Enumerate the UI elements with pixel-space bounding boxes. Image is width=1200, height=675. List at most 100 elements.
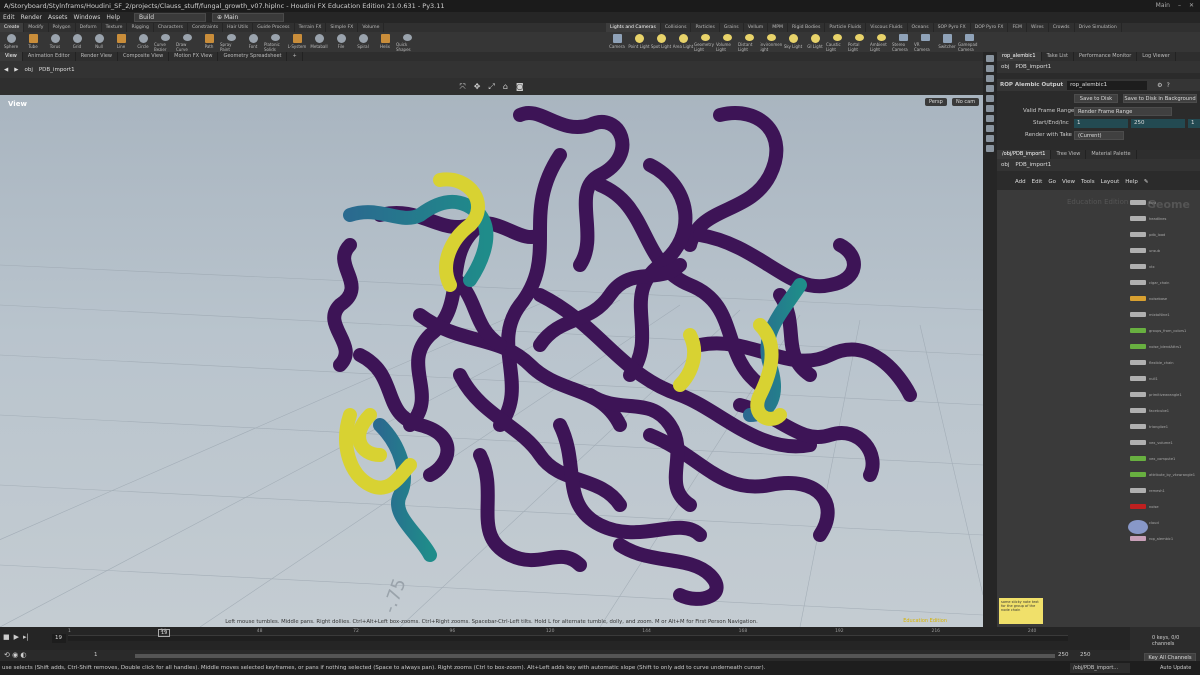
shelf-tab[interactable]: Constraints <box>188 23 224 32</box>
end-field[interactable]: 250 <box>1131 119 1185 128</box>
path-obj[interactable]: obj <box>24 67 32 73</box>
shelf-tool[interactable]: Geometry Light <box>694 32 716 52</box>
shelf-tool[interactable]: Ambient Light <box>870 32 892 52</box>
net-menu-go[interactable]: Go <box>1048 179 1056 185</box>
persp-button[interactable]: Persp <box>925 98 947 106</box>
snapshot-icon[interactable]: ◙ <box>516 82 524 91</box>
shelf-tool[interactable]: Line <box>110 32 132 52</box>
shelf-tool[interactable]: Torus <box>44 32 66 52</box>
shelf-tab[interactable]: Deform <box>76 23 102 32</box>
back-icon[interactable]: ◀ <box>4 67 8 73</box>
camera-button[interactable]: No cam <box>952 98 980 106</box>
shelf-tab[interactable]: DOP Pyro FX <box>971 23 1009 32</box>
tool-icon[interactable] <box>986 95 994 102</box>
shelf-tab[interactable]: MPM <box>768 23 788 32</box>
shelf-tab[interactable]: Crowds <box>1049 23 1075 32</box>
tool-icon[interactable] <box>986 125 994 132</box>
add-tab-icon[interactable]: + <box>287 52 303 61</box>
menu-assets[interactable]: Assets <box>48 14 68 21</box>
path-node[interactable]: PDB_import1 <box>1015 162 1051 168</box>
shelf-tab[interactable]: Drive Simulation <box>1075 23 1122 32</box>
shelf-tool[interactable]: Metaball <box>308 32 330 52</box>
pan-icon[interactable]: ✥ <box>474 82 481 91</box>
tab-material-palette[interactable]: Material Palette <box>1086 150 1137 159</box>
end-frame[interactable]: 250 <box>1080 652 1091 658</box>
tool-icon[interactable] <box>986 55 994 62</box>
shelf-tool[interactable]: Sphere <box>0 32 22 52</box>
network-node[interactable] <box>1130 472 1146 477</box>
start-field[interactable]: 1 <box>1074 119 1128 128</box>
shelf-tool[interactable]: Stereo Camera <box>892 32 914 52</box>
shelf-tool[interactable]: Helix <box>374 32 396 52</box>
shelf-tool[interactable]: Path <box>198 32 220 52</box>
network-node[interactable] <box>1130 280 1146 285</box>
shelf-tool[interactable]: Volume Light <box>716 32 738 52</box>
shelf-tool[interactable]: Environment Light <box>760 32 782 52</box>
tool-icon[interactable] <box>986 105 994 112</box>
tab-network-path[interactable]: /obj/PDB_import1 <box>997 150 1052 159</box>
shelf-tool[interactable]: Font <box>242 32 264 52</box>
shelf-tool[interactable]: Gamepad Camera <box>958 32 980 52</box>
network-node[interactable] <box>1130 312 1146 317</box>
menu-render[interactable]: Render <box>21 14 42 21</box>
tab-motion-fx-view[interactable]: Motion FX View <box>169 52 219 61</box>
tool-icon[interactable] <box>986 145 994 152</box>
tumble-icon[interactable]: ⤧ <box>459 82 465 92</box>
network-node[interactable] <box>1130 456 1146 461</box>
tab-composite-view[interactable]: Composite View <box>118 52 170 61</box>
range-icon[interactable]: ⟲ ◉ ◐ <box>4 651 27 659</box>
network-node[interactable] <box>1130 264 1146 269</box>
shelf-tool[interactable]: File <box>330 32 352 52</box>
shelf-tab[interactable]: Modify <box>24 23 49 32</box>
shelf-tool[interactable]: Area Light <box>672 32 694 52</box>
shelf-tool[interactable]: Null <box>88 32 110 52</box>
range-start[interactable]: 1 <box>94 652 98 658</box>
shelf-tool[interactable]: Tube <box>22 32 44 52</box>
home-icon[interactable]: ⌂ <box>503 82 508 91</box>
shelf-tab[interactable]: Terrain FX <box>295 23 327 32</box>
network-node[interactable] <box>1130 488 1146 493</box>
sticky-note[interactable]: some sticky note text for the group of t… <box>999 598 1043 624</box>
shelf-tab[interactable]: Rigid Bodies <box>788 23 826 32</box>
shelf-tab[interactable]: Create <box>0 23 25 32</box>
tool-icon[interactable] <box>986 85 994 92</box>
tool-icon[interactable] <box>986 65 994 72</box>
shelf-tool[interactable]: Switcher <box>936 32 958 52</box>
shelf-tool[interactable]: GI Light <box>804 32 826 52</box>
network-node[interactable] <box>1130 296 1146 301</box>
inc-field[interactable]: 1 <box>1188 119 1200 128</box>
network-node[interactable] <box>1130 360 1146 365</box>
network-node[interactable] <box>1130 376 1146 381</box>
network-node[interactable] <box>1130 424 1146 429</box>
network-node[interactable] <box>1130 440 1146 445</box>
node-name-field[interactable]: rop_alembic1 <box>1067 80 1148 90</box>
play-icon[interactable]: ▶ <box>14 633 19 641</box>
shelf-tab[interactable]: Lights and Cameras <box>606 23 661 32</box>
shelf-tab[interactable]: Vellum <box>744 23 769 32</box>
shelf-tool[interactable]: Draw Curve <box>176 32 198 52</box>
network-node[interactable] <box>1128 520 1148 534</box>
shelf-tool[interactable]: Spiral <box>352 32 374 52</box>
shelf-tool[interactable]: Camera <box>606 32 628 52</box>
status-path[interactable]: /obj/PDB_import... <box>1070 663 1130 673</box>
step-forward-icon[interactable]: ▸| <box>23 633 29 641</box>
shelf-tab[interactable]: Texture <box>102 23 128 32</box>
shelf-tool[interactable]: Spray Paint <box>220 32 242 52</box>
build-dropdown[interactable]: Build <box>134 13 207 22</box>
shelf-tool[interactable]: Circle <box>132 32 154 52</box>
tab-render-view[interactable]: Render View <box>76 52 119 61</box>
minimize-icon[interactable]: – <box>1178 0 1181 12</box>
shelf-tab[interactable]: Simple FX <box>326 23 359 32</box>
stop-icon[interactable]: ■ <box>3 633 10 641</box>
protein-model[interactable] <box>327 106 917 606</box>
forward-icon[interactable]: ▶ <box>14 67 18 73</box>
shelf-tab[interactable]: Particle Fluids <box>825 23 867 32</box>
timeline-bar[interactable] <box>68 635 1068 641</box>
viewport[interactable]: -.75 View Persp No cam Left mouse tumble… <box>0 95 983 627</box>
auto-update[interactable]: Auto Update <box>1160 663 1200 673</box>
shelf-tab[interactable]: Oceans <box>908 23 934 32</box>
shelf-tool[interactable]: Sky Light <box>782 32 804 52</box>
desktop-dropdown[interactable]: ⊕ Main <box>212 13 285 22</box>
shelf-tool[interactable]: Grid <box>66 32 88 52</box>
shelf-tool[interactable]: Distant Light <box>738 32 760 52</box>
